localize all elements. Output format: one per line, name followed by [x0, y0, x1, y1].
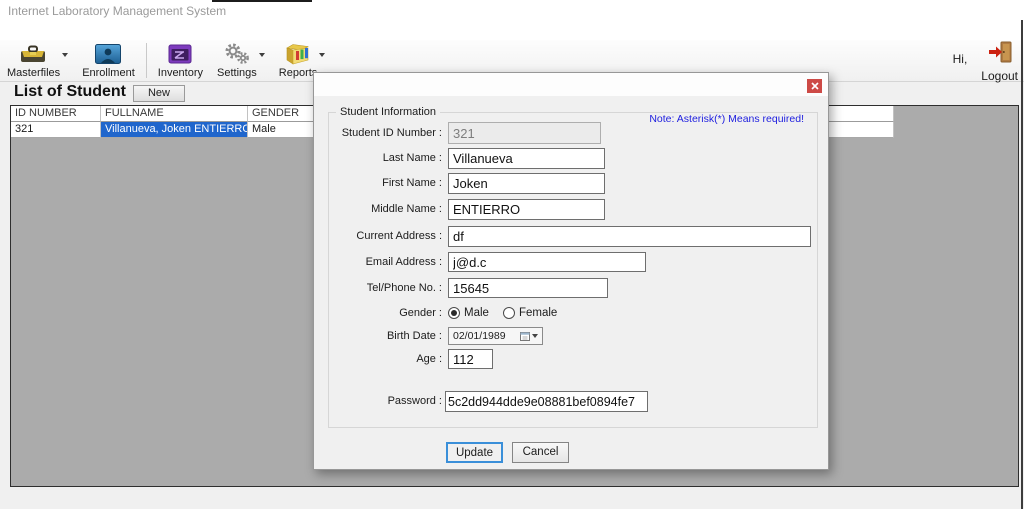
birth-date-picker[interactable]: 02/01/1989	[448, 327, 543, 345]
gender-male-radio[interactable]: Male	[448, 307, 489, 319]
chart-icon	[284, 42, 312, 66]
toolbar-right: Hi, Logout	[952, 40, 1024, 84]
phone-label: Tel/Phone No. :	[366, 282, 442, 294]
chevron-down-icon[interactable]	[532, 334, 538, 338]
gender-label: Gender :	[399, 307, 442, 319]
window-icon	[168, 42, 192, 66]
list-of-student-title: List of Student	[14, 83, 126, 100]
age-label: Age :	[416, 353, 442, 365]
last-name-label: Last Name :	[382, 152, 442, 164]
chevron-down-icon[interactable]	[62, 53, 69, 57]
logout-door-icon	[987, 41, 1013, 68]
student-id-label: Student ID Number :	[341, 127, 442, 139]
calendar-icon	[520, 331, 530, 341]
gender-radio-group: Male Female	[448, 305, 557, 321]
column-header-fullname[interactable]: FULLNAME	[101, 106, 248, 122]
chevron-down-icon[interactable]	[258, 53, 265, 57]
greeting-text: Hi,	[952, 52, 968, 66]
cell-fullname-selected[interactable]: Villanueva, Joken ENTIERRO	[101, 122, 248, 138]
last-name-field[interactable]	[448, 148, 605, 169]
student-information-dialog: Student Information Note: Asterisk(*) Me…	[313, 72, 829, 470]
password-label: Password :	[387, 395, 442, 407]
toolbar-item-inventory[interactable]: Inventory	[151, 40, 210, 81]
page-title: Internet Laboratory Management System	[8, 4, 227, 18]
toolbar-item-masterfiles[interactable]: Masterfiles	[0, 40, 69, 81]
person-icon	[95, 42, 122, 66]
dialog-close-icon[interactable]	[807, 79, 822, 93]
email-address-label: Email Address :	[365, 256, 442, 268]
gender-male-label: Male	[464, 307, 489, 319]
mdi-strip	[0, 20, 1024, 58]
chevron-down-icon[interactable]	[319, 53, 326, 57]
toolbar-item-enrollment[interactable]: Enrollment	[75, 40, 142, 81]
groupbox-title: Student Information	[336, 106, 441, 118]
phone-field[interactable]	[448, 278, 608, 298]
gender-female-label: Female	[518, 307, 558, 319]
toolbar-label: Settings	[217, 67, 257, 79]
cell-id-number[interactable]: 321	[11, 122, 101, 138]
logout-button[interactable]: Logout	[975, 40, 1024, 84]
toolbox-icon	[19, 42, 49, 66]
dialog-titlebar[interactable]	[314, 73, 828, 96]
current-address-label: Current Address :	[356, 230, 442, 242]
student-id-field	[448, 122, 601, 144]
radio-unselected-icon[interactable]	[502, 307, 515, 319]
required-note: Note: Asterisk(*) Means required!	[649, 113, 804, 125]
toolbar-item-settings[interactable]: Settings	[210, 40, 265, 81]
update-button[interactable]: Update	[446, 442, 503, 463]
toolbar-label: Inventory	[157, 67, 204, 79]
browser-titlebar: Internet Laboratory Management System	[0, 0, 1024, 20]
toolbar-separator	[145, 43, 147, 78]
toolbar-label: Masterfiles	[7, 67, 61, 79]
cancel-button[interactable]: Cancel	[512, 442, 569, 463]
gender-female-radio[interactable]: Female	[502, 307, 558, 319]
toolbar-label: Reports	[278, 67, 318, 79]
top-edge-artifact	[212, 0, 312, 2]
email-address-field[interactable]	[448, 252, 646, 272]
password-field[interactable]	[445, 391, 648, 412]
gears-icon	[222, 42, 252, 66]
toolbar-label: Enrollment	[82, 67, 135, 79]
current-address-field[interactable]	[448, 226, 811, 247]
radio-selected-icon[interactable]	[448, 307, 460, 319]
window-right-edge	[1021, 20, 1023, 509]
age-field[interactable]	[448, 349, 493, 369]
birth-date-label: Birth Date :	[386, 330, 442, 342]
logout-label: Logout	[981, 69, 1018, 83]
middle-name-label: Middle Name :	[371, 203, 442, 215]
first-name-label: First Name :	[382, 177, 442, 189]
column-header-id-number[interactable]: ID NUMBER	[11, 106, 101, 122]
first-name-field[interactable]	[448, 173, 605, 194]
middle-name-field[interactable]	[448, 199, 605, 220]
birth-date-value: 02/01/1989	[453, 330, 506, 342]
new-button[interactable]: New	[133, 85, 185, 102]
